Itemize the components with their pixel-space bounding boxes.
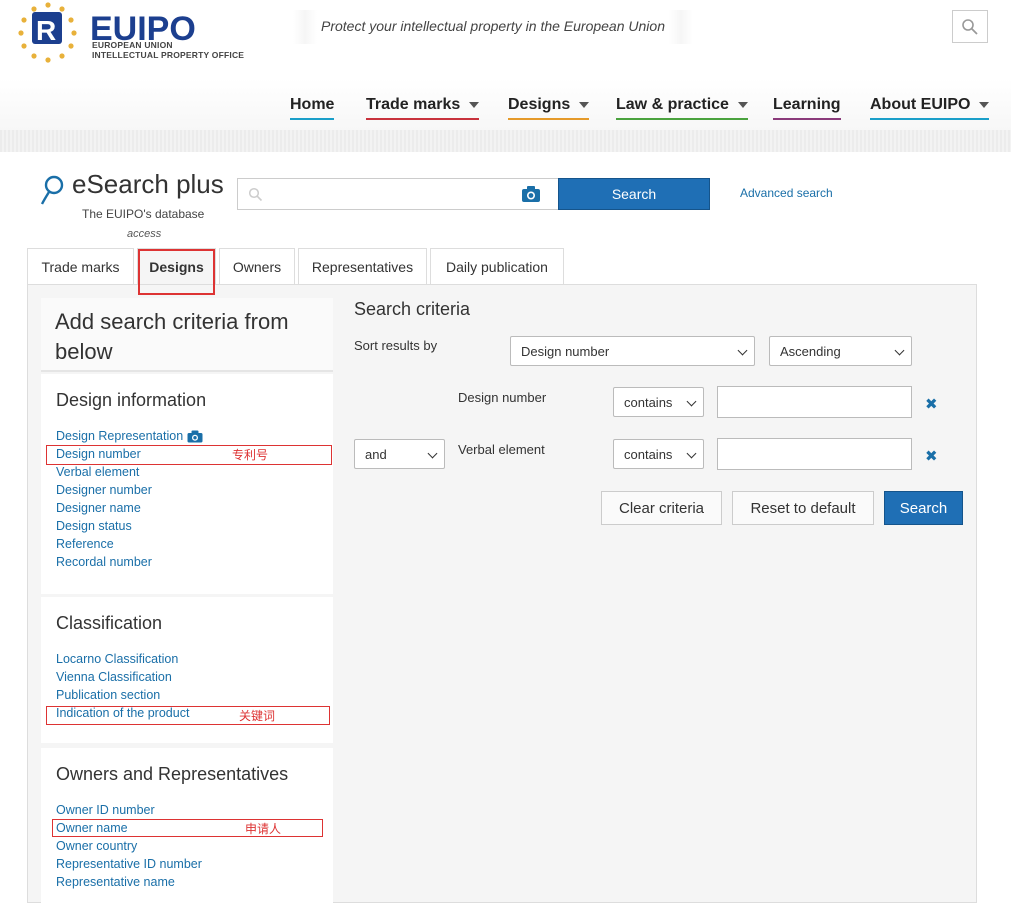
camera-icon	[187, 430, 203, 442]
link-designer-name[interactable]: Designer name	[56, 501, 141, 515]
connector-select[interactable]: and	[354, 439, 445, 469]
section-heading: Design information	[56, 390, 207, 410]
svg-text:R: R	[36, 15, 56, 46]
caret-down-icon	[737, 102, 748, 108]
link-representative-name[interactable]: Representative name	[56, 875, 175, 889]
clear-criteria-button[interactable]: Clear criteria	[601, 491, 722, 525]
esearch-subtitle-2: access	[127, 228, 162, 240]
annotation-box-owner-name	[52, 819, 323, 837]
link-recordal-number[interactable]: Recordal number	[56, 555, 152, 569]
caret-down-icon	[979, 102, 990, 108]
esearch-title: eSearch plus	[72, 169, 224, 199]
verbal-element-input[interactable]	[717, 438, 912, 470]
search-icon	[248, 187, 263, 202]
link-locarno-classification[interactable]: Locarno Classification	[56, 652, 178, 666]
nav-designs[interactable]: Designs	[508, 96, 590, 120]
chevron-down-icon	[894, 345, 905, 356]
annotation-box-indication	[46, 706, 330, 725]
design-number-input[interactable]	[717, 386, 912, 418]
tab-trade-marks[interactable]: Trade marks	[27, 248, 134, 284]
criteria-search-button[interactable]: Search	[884, 491, 963, 525]
search-criteria-title: Search criteria	[354, 299, 471, 319]
link-reference[interactable]: Reference	[56, 537, 114, 551]
tagline: Protect your intellectual property in th…	[321, 18, 665, 34]
link-design-representation[interactable]: Design Representation	[56, 429, 203, 443]
sort-order-select[interactable]: Ascending	[769, 336, 912, 366]
tagline-box: Protect your intellectual property in th…	[293, 10, 693, 44]
link-owner-id-number[interactable]: Owner ID number	[56, 803, 155, 817]
annotation-note: 专利号	[232, 448, 269, 462]
section-heading: Classification	[56, 613, 163, 633]
sort-results-label: Sort results by	[354, 338, 438, 353]
nav-about-euipo[interactable]: About EUIPO	[870, 96, 990, 120]
annotation-highlight-box	[138, 249, 215, 295]
operator-select[interactable]: contains	[613, 439, 704, 469]
annotation-note: 申请人	[245, 822, 282, 836]
logo-subtitle-1: EUROPEAN UNION	[92, 40, 173, 50]
tab-owners[interactable]: Owners	[219, 248, 295, 284]
section-heading: Owners and Representatives	[56, 764, 289, 784]
remove-criterion-icon[interactable]: ✖	[925, 395, 938, 413]
sort-field-select[interactable]: Design number	[510, 336, 755, 366]
link-representative-id-number[interactable]: Representative ID number	[56, 857, 202, 871]
caret-down-icon	[579, 102, 590, 108]
annotation-note: 关键词	[239, 709, 276, 723]
link-publication-section[interactable]: Publication section	[56, 688, 160, 702]
chevron-down-icon	[686, 448, 697, 459]
operator-select[interactable]: contains	[613, 387, 704, 417]
chevron-down-icon	[737, 345, 748, 356]
nav-law-practice[interactable]: Law & practice	[616, 96, 748, 120]
tab-representatives[interactable]: Representatives	[298, 248, 427, 284]
link-verbal-element[interactable]: Verbal element	[56, 465, 139, 479]
link-designer-number[interactable]: Designer number	[56, 483, 152, 497]
chevron-down-icon	[427, 448, 438, 459]
link-owner-country[interactable]: Owner country	[56, 839, 137, 853]
logo-subtitle-2: INTELLECTUAL PROPERTY OFFICE	[92, 50, 245, 60]
tab-daily-publication[interactable]: Daily publication	[430, 248, 564, 284]
advanced-search-link[interactable]: Advanced search	[740, 186, 833, 200]
top-search-button[interactable]	[952, 10, 988, 43]
nav-trade-marks[interactable]: Trade marks	[366, 96, 480, 120]
magnifier-logo-icon	[40, 175, 64, 205]
caret-down-icon	[469, 102, 480, 108]
annotation-box-design-number	[46, 445, 332, 465]
esearch-subtitle: The EUIPO's database	[82, 207, 205, 221]
search-icon	[962, 18, 978, 35]
nav-learning[interactable]: Learning	[773, 96, 841, 120]
reset-to-default-button[interactable]: Reset to default	[732, 491, 874, 525]
camera-icon[interactable]	[521, 185, 541, 203]
main-search-input[interactable]	[237, 178, 559, 210]
main-search-button[interactable]: Search	[558, 178, 710, 210]
link-design-status[interactable]: Design status	[56, 519, 132, 533]
nav-home[interactable]: Home	[290, 96, 335, 120]
chevron-down-icon	[686, 396, 697, 407]
remove-criterion-icon[interactable]: ✖	[925, 447, 938, 465]
link-vienna-classification[interactable]: Vienna Classification	[56, 670, 172, 684]
decorative-strip	[0, 130, 1011, 152]
add-criteria-title: Add search criteria from below	[41, 298, 333, 372]
euipo-logo[interactable]: R EUIPO EUROPEAN UNION INTELLECTUAL PROP…	[14, 0, 264, 66]
criteria-label-design-number: Design number	[458, 390, 547, 405]
nav-band	[0, 78, 1011, 130]
criteria-label-verbal-element: Verbal element	[458, 442, 545, 457]
